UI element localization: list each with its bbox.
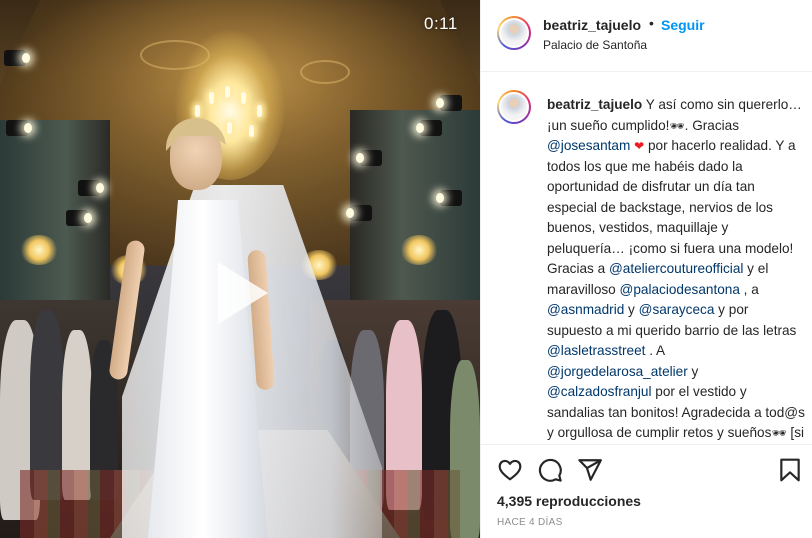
mention-link[interactable]: @calzadosfranjul <box>547 384 651 399</box>
send-icon[interactable] <box>577 457 603 483</box>
stage-light <box>66 210 92 226</box>
caption-fragment: por hacerlo realidad. Y a todos los que … <box>547 138 796 276</box>
post-sidebar: beatriz_tajuelo • Seguir Palacio de Sant… <box>480 0 812 538</box>
stage-light <box>4 50 30 66</box>
video-player[interactable]: 0:11 <box>0 0 480 538</box>
location-link[interactable]: Palacio de Santoña <box>543 38 647 52</box>
video-timestamp: 0:11 <box>424 14 458 33</box>
mention-link[interactable]: @palaciodesantona <box>620 282 740 297</box>
caption-fragment: , a <box>739 281 759 297</box>
caption-fragment: y <box>687 363 699 379</box>
caption-section: beatriz_tajuelo Y así como sin quererlo…… <box>481 73 812 443</box>
caption-fragment: . Gracias <box>684 117 740 133</box>
play-icon[interactable] <box>204 258 274 328</box>
view-count[interactable]: 4,395 reproducciones <box>497 493 641 509</box>
mention-link[interactable]: @ateliercoutureofficial <box>609 261 743 276</box>
mention-link[interactable]: @sarayceca <box>639 302 715 317</box>
emoji: ❤ <box>634 139 645 153</box>
caption-avatar[interactable] <box>497 90 531 124</box>
stage-light <box>350 205 372 221</box>
stage-light <box>6 120 32 136</box>
emoji: 🕶 <box>771 426 787 440</box>
caption-fragment: . A <box>645 343 665 358</box>
post-timestamp[interactable]: HACE 4 DÍAS <box>497 517 563 528</box>
mention-link[interactable]: @jorgedelarosa_atelier <box>547 364 688 379</box>
wall-sconce <box>400 235 438 265</box>
heart-icon[interactable] <box>497 457 523 483</box>
stage-light <box>420 120 442 136</box>
bookmark-icon[interactable] <box>777 457 803 483</box>
stage-light <box>440 95 462 111</box>
stage-light <box>440 190 462 206</box>
separator-dot: • <box>649 15 654 31</box>
wall-sconce <box>20 235 58 265</box>
mention-link[interactable]: @josesantam <box>547 138 630 153</box>
emoji: 🕶 <box>669 118 685 133</box>
mention-link[interactable]: @asnmadrid <box>547 302 624 317</box>
ceiling-ornament <box>300 60 350 84</box>
stage-light <box>360 150 382 166</box>
caption-text: beatriz_tajuelo Y así como sin quererlo…… <box>547 95 805 443</box>
action-bar: 4,395 reproducciones HACE 4 DÍAS <box>481 444 812 538</box>
mention-link[interactable]: @lasletrasstreet <box>547 343 645 358</box>
caption-username[interactable]: beatriz_tajuelo <box>547 97 642 112</box>
comment-icon[interactable] <box>537 457 563 483</box>
follow-button[interactable]: Seguir <box>661 17 705 33</box>
avatar[interactable] <box>497 16 531 50</box>
header-username[interactable]: beatriz_tajuelo <box>543 17 641 33</box>
caption-fragment: y <box>624 302 639 317</box>
stage-light <box>78 180 104 196</box>
post-header: beatriz_tajuelo • Seguir Palacio de Sant… <box>481 0 812 72</box>
